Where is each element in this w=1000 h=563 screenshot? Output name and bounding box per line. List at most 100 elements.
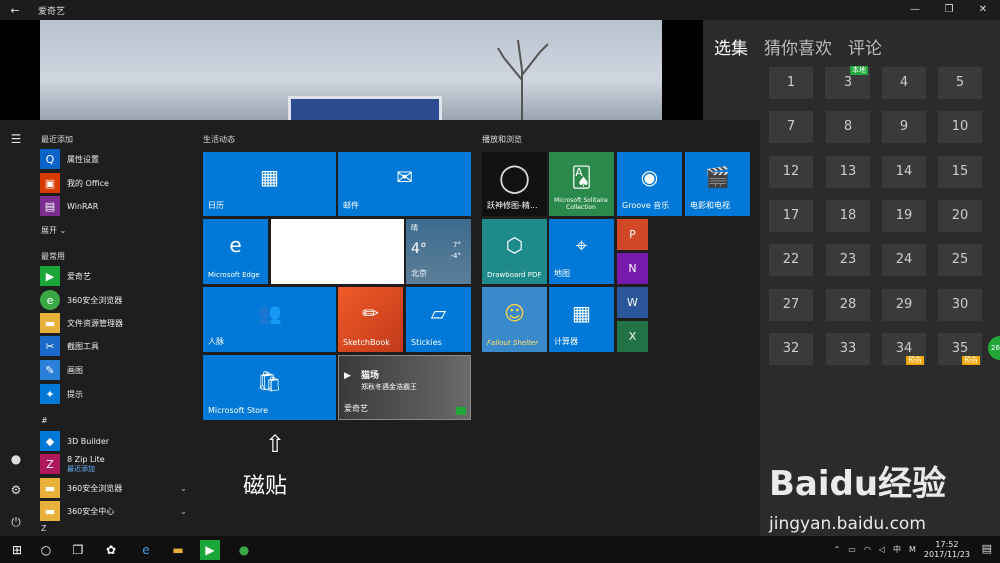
- ime-indicator[interactable]: 中: [893, 544, 901, 555]
- tile-maps[interactable]: ⌖ 地图: [549, 219, 614, 284]
- tile-excel[interactable]: X: [617, 321, 648, 352]
- edge-icon: e: [229, 232, 242, 257]
- tile-word[interactable]: W: [617, 287, 648, 318]
- tile-powerpoint[interactable]: P: [617, 219, 648, 250]
- volume-icon[interactable]: ◁: [879, 545, 885, 554]
- episode-button[interactable]: 28: [826, 289, 870, 321]
- close-icon[interactable]: ✕: [966, 0, 1000, 20]
- chevron-down-icon[interactable]: ⌄: [180, 507, 187, 516]
- tile-photo-edit[interactable]: ◯ 跃神修图-精...: [482, 152, 547, 216]
- app-item[interactable]: ✎ 画图: [40, 360, 83, 380]
- clock[interactable]: 17:52 2017/11/23: [924, 540, 970, 560]
- episode-button[interactable]: 18: [826, 200, 870, 232]
- episode-button[interactable]: 7: [769, 111, 813, 143]
- video-player[interactable]: [0, 20, 703, 120]
- settings-gear-icon[interactable]: ⚙: [9, 483, 23, 497]
- episode-button[interactable]: 1: [769, 67, 813, 99]
- back-arrow-icon[interactable]: ←: [0, 4, 30, 17]
- episode-button[interactable]: 24: [882, 244, 926, 276]
- episode-button[interactable]: 14: [882, 156, 926, 188]
- tile-edge[interactable]: e Microsoft Edge: [203, 219, 268, 284]
- episode-button[interactable]: 33: [826, 333, 870, 365]
- tile-calculator[interactable]: ▦ 计算器: [549, 287, 614, 352]
- episode-button[interactable]: 35 预告: [938, 333, 982, 365]
- episode-button[interactable]: 4: [882, 67, 926, 99]
- letter-header[interactable]: Z: [41, 524, 46, 533]
- minimize-icon[interactable]: —: [898, 0, 932, 20]
- browser-360-taskbar-icon[interactable]: ●: [234, 540, 254, 560]
- tile-fallout[interactable]: ☺ Fallout Shelter: [482, 287, 547, 352]
- hamburger-menu-icon[interactable]: ☰: [9, 132, 23, 146]
- battery-icon[interactable]: ▭: [848, 545, 856, 554]
- tile-mail[interactable]: ✉ 邮件: [338, 152, 471, 216]
- episode-button[interactable]: 20: [938, 200, 982, 232]
- app-item[interactable]: e 360安全浏览器: [40, 290, 122, 310]
- app-icon[interactable]: ✿: [101, 540, 121, 560]
- app-item[interactable]: ▣ 我的 Office: [40, 173, 109, 193]
- episode-button[interactable]: 29: [882, 289, 926, 321]
- wifi-icon[interactable]: ◠: [864, 545, 871, 554]
- episode-button[interactable]: 34 预告: [882, 333, 926, 365]
- episode-button[interactable]: 23: [826, 244, 870, 276]
- episode-button[interactable]: 25: [938, 244, 982, 276]
- tile-stickies[interactable]: ▱ Stickies: [406, 287, 471, 352]
- episode-button[interactable]: 30: [938, 289, 982, 321]
- music-disc-icon: ◉: [640, 165, 659, 189]
- tile-drawboard[interactable]: ⬡ Drawboard PDF: [482, 219, 547, 284]
- user-icon[interactable]: ●: [9, 452, 23, 466]
- app-item[interactable]: ▬ 文件资源管理器: [40, 313, 123, 333]
- app-item[interactable]: ▶ 爱奇艺: [40, 266, 91, 286]
- episode-button[interactable]: 8: [826, 111, 870, 143]
- episode-button[interactable]: 15: [938, 156, 982, 188]
- tile-calendar[interactable]: ▦ 日历: [203, 152, 336, 216]
- group-header-life[interactable]: 生活动态: [203, 134, 235, 145]
- app-item[interactable]: ▬ 360安全中心 ⌄: [40, 501, 187, 521]
- tab-episodes[interactable]: 选集: [714, 34, 748, 59]
- episode-button[interactable]: 13: [826, 156, 870, 188]
- edge-icon[interactable]: e: [136, 540, 156, 560]
- tile-onenote[interactable]: N: [617, 253, 648, 284]
- ime-mode[interactable]: M: [909, 545, 916, 554]
- episode-button[interactable]: 5: [938, 67, 982, 99]
- tile-groove[interactable]: ◉ Groove 音乐: [617, 152, 682, 216]
- app-item[interactable]: ✦ 提示: [40, 384, 83, 404]
- episode-button[interactable]: 12: [769, 156, 813, 188]
- episode-button[interactable]: 19: [882, 200, 926, 232]
- app-item[interactable]: ◆ 3D Builder: [40, 431, 109, 451]
- app-item[interactable]: ✂ 截图工具: [40, 336, 99, 356]
- tile-people[interactable]: 👥 人脉: [203, 287, 336, 352]
- tile-sketchbook[interactable]: ✏ SketchBook: [338, 287, 403, 352]
- episode-button[interactable]: 10: [938, 111, 982, 143]
- chevron-up-icon[interactable]: ⌃: [834, 545, 841, 554]
- app-item[interactable]: ▤ WinRAR: [40, 196, 98, 216]
- episode-button[interactable]: 3 本地: [826, 66, 870, 99]
- app-item[interactable]: Z 8 Zip Lite 最近添加: [40, 454, 105, 474]
- tile-movies[interactable]: 🎬 电影和电视: [685, 152, 750, 216]
- tile-weather[interactable]: 晴 4° 7° -4° 北京: [406, 219, 471, 284]
- maximize-icon[interactable]: ❐: [932, 0, 966, 20]
- tile-solitaire[interactable]: 🂡 Microsoft Solitaire Collection: [549, 152, 614, 216]
- cortana-circle-icon[interactable]: ○: [36, 540, 56, 560]
- episode-button[interactable]: 22: [769, 244, 813, 276]
- task-view-icon[interactable]: ❒: [68, 540, 88, 560]
- power-icon[interactable]: ⏻: [9, 515, 23, 529]
- tile-blank[interactable]: [271, 219, 404, 284]
- episode-button[interactable]: 17: [769, 200, 813, 232]
- tab-recommend[interactable]: 猜你喜欢: [764, 34, 832, 59]
- tab-comments[interactable]: 评论: [848, 34, 882, 59]
- app-item[interactable]: ▬ 360安全浏览器 ⌄: [40, 478, 187, 498]
- episode-button[interactable]: 27: [769, 289, 813, 321]
- episode-button[interactable]: 32: [769, 333, 813, 365]
- episode-button[interactable]: 9: [882, 111, 926, 143]
- chevron-down-icon[interactable]: ⌄: [180, 484, 187, 493]
- tile-store[interactable]: 🛍 Microsoft Store: [203, 355, 336, 420]
- file-explorer-icon[interactable]: ▬: [168, 540, 188, 560]
- app-item[interactable]: Q 属性设置: [40, 149, 99, 169]
- letter-header[interactable]: #: [41, 416, 48, 425]
- tile-iqiyi[interactable]: 猫场 ▶ 猫场 郑秋冬遇金浩霸王 爱奇艺: [338, 355, 471, 420]
- group-header-play[interactable]: 播放和浏览: [482, 134, 522, 145]
- iqiyi-taskbar-icon[interactable]: ▶: [200, 540, 220, 560]
- windows-start-icon[interactable]: ⊞: [7, 540, 27, 560]
- expand-link[interactable]: 展开 ⌄: [41, 225, 66, 236]
- notification-icon[interactable]: ▤: [982, 542, 992, 555]
